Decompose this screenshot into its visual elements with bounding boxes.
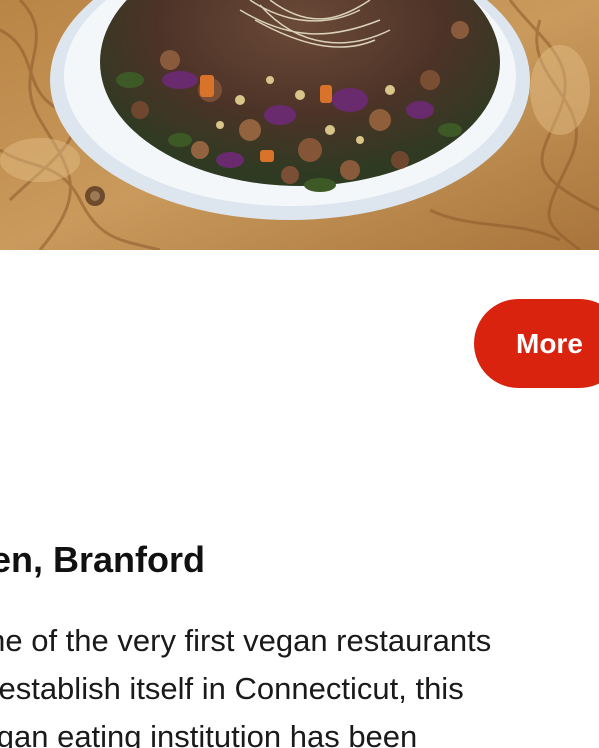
salad-bowl-photo	[0, 0, 599, 250]
paragraph-line: vegan eating institution has been	[0, 719, 418, 748]
paragraph-line: One of the very first vegan restaurants	[0, 623, 492, 658]
paragraph-line: to establish itself in Connecticut, this	[0, 671, 464, 706]
restaurant-heading: Zen, Branford	[0, 539, 206, 580]
more-button[interactable]: More	[474, 299, 599, 388]
article-paragraph: One of the very first vegan restaurants …	[0, 617, 599, 748]
article-page: More Zen, Branford One of the very first…	[0, 0, 599, 748]
